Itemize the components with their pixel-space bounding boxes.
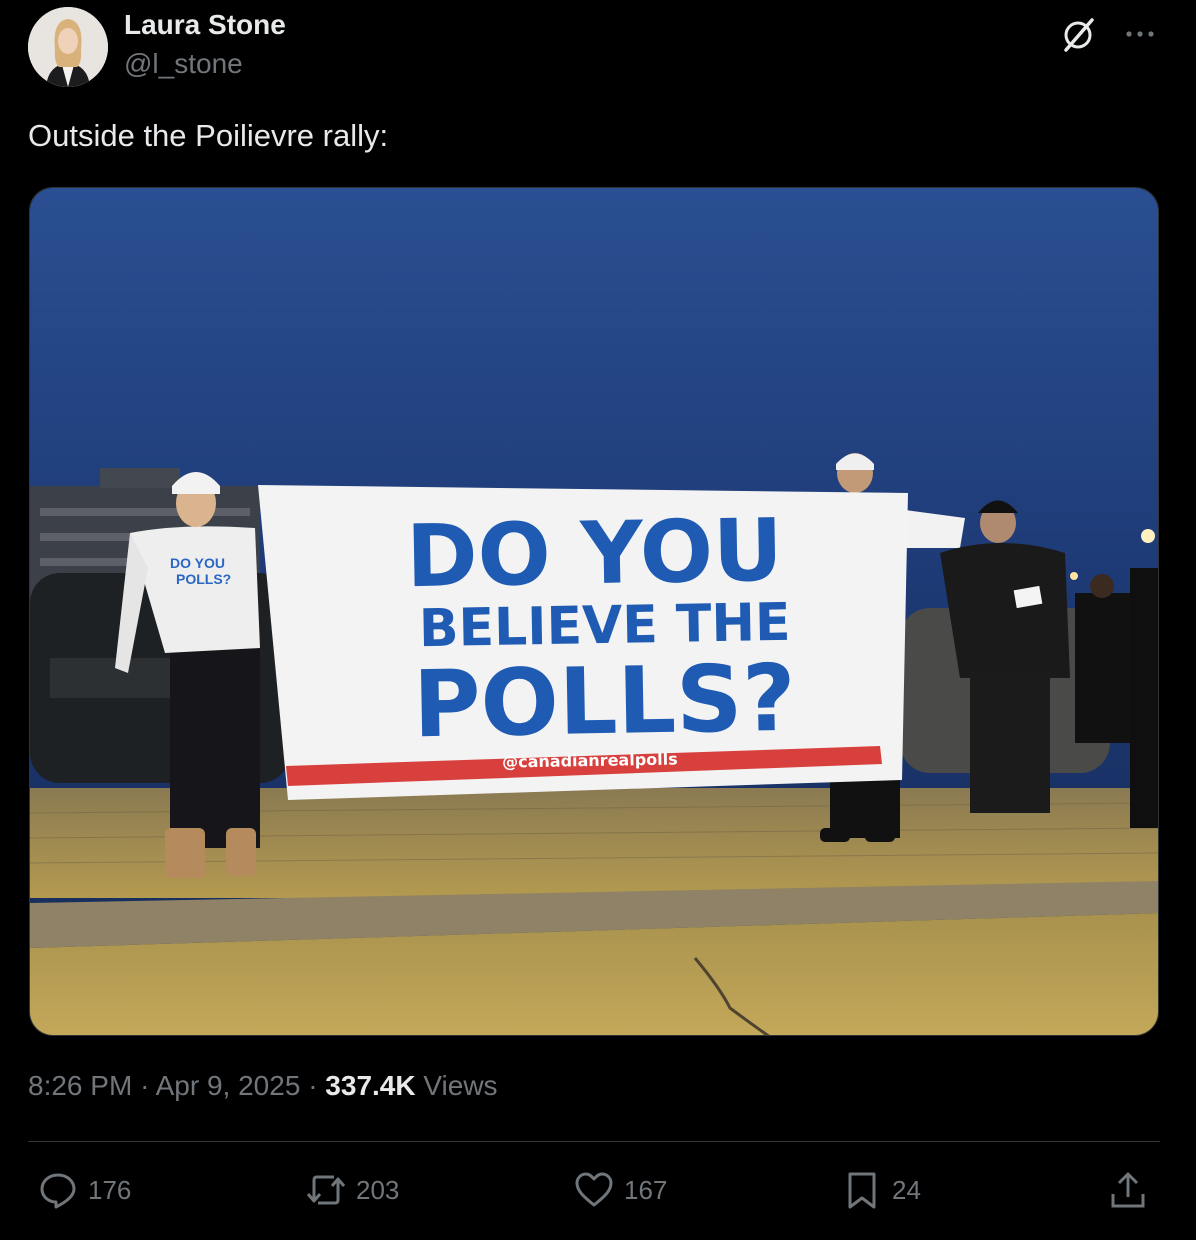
sweatshirt-text: DO YOU (170, 555, 225, 571)
divider (28, 1141, 1160, 1142)
post-photo[interactable]: DO YOU POLLS? DO YOU BELIEVE THE POLLS? … (29, 187, 1159, 1036)
repost-icon (306, 1175, 346, 1205)
heart-icon (575, 1172, 613, 1207)
post-date[interactable]: Apr 9, 2025 (156, 1070, 301, 1101)
repost-count: 203 (356, 1174, 400, 1205)
post-meta: 8:26 PM · Apr 9, 2025 · 337.4K Views (28, 1070, 498, 1102)
post-time[interactable]: 8:26 PM (28, 1070, 132, 1101)
views-label: Views (423, 1070, 498, 1101)
like-button[interactable]: 167 (574, 1170, 667, 1210)
reply-count: 176 (88, 1174, 132, 1205)
repost-button[interactable]: 203 (306, 1170, 399, 1210)
author-handle[interactable]: @l_stone (124, 48, 243, 80)
share-button[interactable] (1108, 1170, 1148, 1210)
bookmark-icon (848, 1172, 876, 1209)
views-count: 337.4K (325, 1070, 416, 1101)
svg-text:POLLS?: POLLS? (176, 571, 231, 587)
banner-line-3: POLLS? (412, 645, 796, 759)
meta-separator: · (140, 1070, 150, 1101)
avatar[interactable] (28, 7, 108, 87)
author-name[interactable]: Laura Stone (124, 9, 286, 41)
banner-handle: @canadianrealpolls (502, 749, 678, 771)
reply-icon (40, 1173, 76, 1209)
reply-button[interactable]: 176 (38, 1170, 131, 1210)
post-text: Outside the Poilievre rally: (28, 118, 389, 153)
banner-line-1: DO YOU (405, 501, 783, 608)
protest-banner: DO YOU BELIEVE THE POLLS? @canadianrealp… (258, 485, 908, 800)
bookmark-button[interactable]: 24 (842, 1170, 921, 1210)
grok-icon[interactable] (1058, 14, 1098, 54)
bookmark-count: 24 (892, 1174, 921, 1205)
share-icon (1111, 1172, 1145, 1208)
more-icon[interactable] (1122, 14, 1158, 50)
meta-separator: · (308, 1070, 318, 1101)
like-count: 167 (624, 1174, 668, 1205)
